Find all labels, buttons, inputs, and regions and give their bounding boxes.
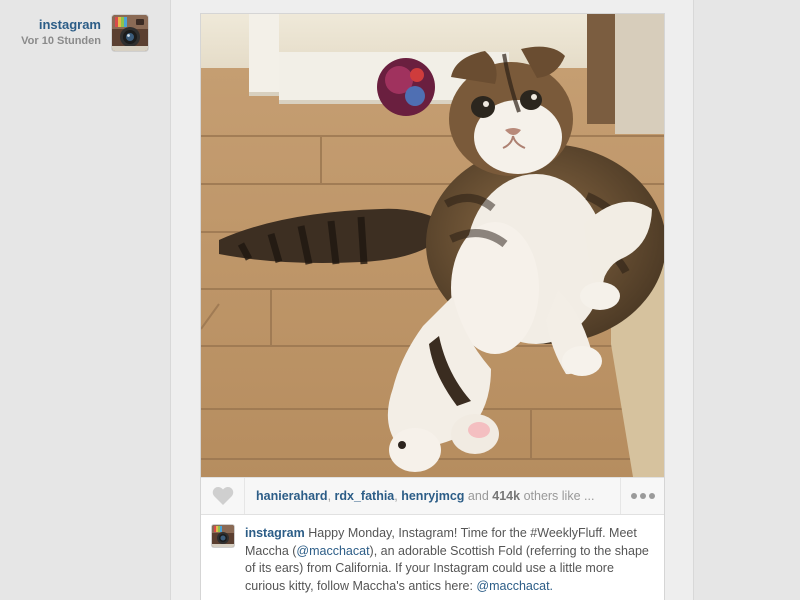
likes-count[interactable]: 414k (492, 489, 520, 503)
liker-link-hanierahard[interactable]: hanierahard (256, 489, 328, 503)
likers-summary: hanierahard, rdx_fathia, henryjmcg and 4… (245, 489, 620, 503)
more-dots-icon (639, 493, 646, 499)
likers-and-text: and (467, 489, 489, 503)
author-avatar[interactable] (112, 15, 148, 51)
liker-link-rdx-fathia[interactable]: rdx_fathia (335, 489, 395, 503)
cat-photo-image (201, 14, 664, 477)
author-name-link[interactable]: instagram (21, 17, 101, 33)
instagram-camera-icon (212, 525, 234, 547)
instagram-camera-icon (112, 15, 148, 51)
heart-icon (212, 487, 233, 505)
liker-link-henryjmcg[interactable]: henryjmcg (401, 489, 464, 503)
post-caption: instagram Happy Monday, Instagram! Time … (201, 515, 664, 595)
post-meta-column: instagram Vor 10 Stunden (0, 0, 170, 600)
caption-mention-link[interactable]: @macchacat (296, 544, 369, 558)
feed-column: hanierahard, rdx_fathia, henryjmcg and 4… (170, 0, 694, 600)
post-card: hanierahard, rdx_fathia, henryjmcg and 4… (201, 14, 664, 600)
post-time: Vor 10 Stunden (21, 35, 101, 47)
more-dots-icon (648, 493, 655, 499)
caption-author-link[interactable]: instagram (245, 526, 305, 540)
like-button[interactable] (201, 478, 245, 514)
caption-avatar[interactable] (212, 525, 234, 547)
post-photo[interactable] (201, 14, 664, 477)
more-dots-icon (630, 493, 637, 499)
right-gutter (694, 0, 800, 600)
liker-separator: , (327, 489, 335, 503)
likers-others-text[interactable]: others like ... (524, 489, 595, 503)
author-block: instagram Vor 10 Stunden (21, 17, 101, 48)
more-options-button[interactable] (620, 478, 664, 514)
page: instagram Vor 10 Stunden hanierahard, rd… (0, 0, 800, 600)
caption-mention-link-2[interactable]: @macchacat. (476, 579, 553, 593)
likes-bar: hanierahard, rdx_fathia, henryjmcg and 4… (201, 477, 664, 515)
